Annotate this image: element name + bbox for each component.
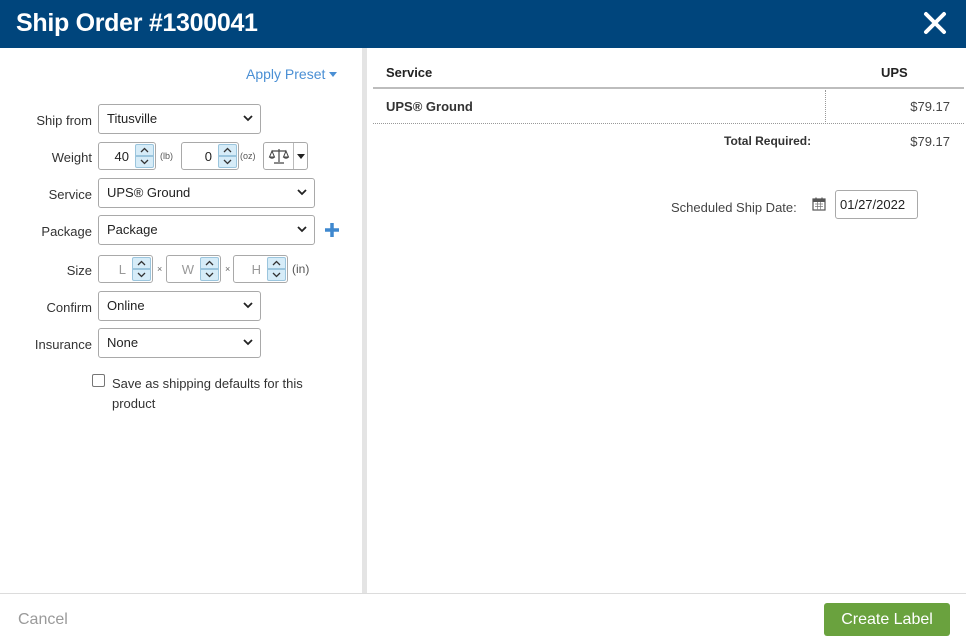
table-row[interactable]: UPS® Ground $79.17: [373, 90, 964, 124]
calendar-icon-graphic: [812, 197, 826, 211]
size-height-spinner: [267, 257, 286, 281]
chevron-down-icon: [223, 159, 232, 165]
chevron-down-icon: [140, 159, 149, 165]
cancel-button[interactable]: Cancel: [18, 611, 68, 629]
scale-dropdown-button[interactable]: [263, 142, 308, 170]
apply-preset-button[interactable]: Apply Preset: [246, 66, 338, 82]
ship-from-value: Titusville: [107, 111, 158, 126]
plus-icon: [325, 223, 339, 237]
chevron-up-icon: [137, 260, 146, 266]
size-height-input[interactable]: H: [233, 255, 288, 283]
total-required-label: Total Required:: [724, 134, 812, 148]
size-height-placeholder: H: [251, 262, 261, 277]
rates-table-header: Service UPS: [373, 48, 964, 89]
size-height-decrement[interactable]: [267, 269, 286, 281]
row-column-separator: [825, 90, 826, 124]
weight-oz-decrement[interactable]: [218, 156, 237, 168]
chevron-down-icon: [243, 339, 253, 346]
apply-preset-label: Apply Preset: [246, 66, 326, 82]
weight-lb-increment[interactable]: [135, 144, 154, 156]
insurance-select[interactable]: None: [98, 328, 261, 358]
weight-lb-input[interactable]: 40: [98, 142, 156, 170]
package-label: Package: [41, 224, 92, 239]
scale-icon: [268, 149, 290, 164]
size-times-1: ×: [157, 264, 163, 274]
weight-lb-spinner: [135, 144, 154, 168]
close-icon: [924, 12, 946, 34]
column-header-ups: UPS: [881, 65, 908, 80]
chevron-up-icon: [205, 260, 214, 266]
weight-oz-unit: (oz): [240, 151, 256, 161]
size-width-decrement[interactable]: [200, 269, 219, 281]
close-button[interactable]: [920, 8, 950, 38]
scheduled-ship-date-label: Scheduled Ship Date:: [671, 200, 797, 215]
chevron-down-icon: [137, 272, 146, 278]
dialog-header: Ship Order #1300041: [0, 0, 966, 48]
service-label: Service: [48, 187, 92, 202]
chevron-down-icon: [272, 272, 281, 278]
dialog-title: Ship Order #1300041: [16, 9, 258, 37]
caret-down-icon: [297, 154, 305, 159]
ship-from-select[interactable]: Titusville: [98, 104, 261, 134]
size-width-spinner: [200, 257, 219, 281]
package-value: Package: [107, 222, 158, 237]
chevron-down-icon: [243, 115, 253, 122]
ship-from-label: Ship from: [36, 113, 92, 128]
chevron-up-icon: [272, 260, 281, 266]
chevron-down-icon: [205, 272, 214, 278]
size-times-2: ×: [225, 264, 231, 274]
weight-oz-increment[interactable]: [218, 144, 237, 156]
confirm-label: Confirm: [46, 300, 92, 315]
insurance-label: Insurance: [34, 337, 92, 352]
service-select[interactable]: UPS® Ground: [98, 178, 315, 208]
package-select[interactable]: Package: [98, 215, 315, 245]
rates-pane: Service UPS UPS® Ground $79.17 Total Req…: [367, 48, 966, 593]
size-label: Size: [66, 263, 92, 278]
confirm-select[interactable]: Online: [98, 291, 261, 321]
insurance-value: None: [107, 335, 139, 350]
caret-down-icon: [329, 72, 338, 77]
row-service-name: UPS® Ground: [386, 99, 473, 114]
size-length-placeholder: L: [118, 262, 126, 277]
service-value: UPS® Ground: [107, 185, 191, 200]
create-label-button[interactable]: Create Label: [824, 603, 950, 636]
size-unit: (in): [292, 262, 310, 276]
scheduled-ship-date-input[interactable]: 01/27/2022: [835, 190, 918, 219]
size-width-increment[interactable]: [200, 257, 219, 269]
column-header-service: Service: [386, 65, 433, 80]
weight-oz-spinner: [218, 144, 237, 168]
size-length-increment[interactable]: [132, 257, 151, 269]
row-price: $79.17: [910, 99, 950, 114]
save-defaults-label[interactable]: Save as shipping defaults for this produ…: [112, 374, 327, 414]
total-required-value: $79.17: [910, 134, 950, 149]
chevron-down-icon: [297, 226, 307, 233]
weight-lb-unit: (lb): [160, 151, 173, 161]
size-width-input[interactable]: W: [166, 255, 221, 283]
chevron-up-icon: [140, 147, 149, 153]
weight-label: Weight: [51, 150, 92, 165]
confirm-value: Online: [107, 298, 145, 313]
size-length-spinner: [132, 257, 151, 281]
chevron-down-icon: [297, 189, 307, 196]
size-height-increment[interactable]: [267, 257, 286, 269]
scale-button-separator: [293, 143, 294, 169]
save-defaults-checkbox[interactable]: [92, 374, 105, 387]
weight-lb-value: 40: [114, 149, 129, 164]
shipping-options-pane: Apply Preset Ship from Titusville Weight…: [0, 48, 362, 593]
size-length-input[interactable]: L: [98, 255, 153, 283]
chevron-down-icon: [243, 302, 253, 309]
calendar-icon[interactable]: [812, 197, 826, 211]
weight-oz-input[interactable]: 0: [181, 142, 239, 170]
size-length-decrement[interactable]: [132, 269, 151, 281]
dialog-footer: Cancel Create Label: [0, 593, 966, 643]
weight-oz-value: 0: [204, 149, 212, 164]
chevron-up-icon: [223, 147, 232, 153]
weight-lb-decrement[interactable]: [135, 156, 154, 168]
add-package-button[interactable]: [323, 221, 341, 239]
size-width-placeholder: W: [181, 262, 194, 277]
